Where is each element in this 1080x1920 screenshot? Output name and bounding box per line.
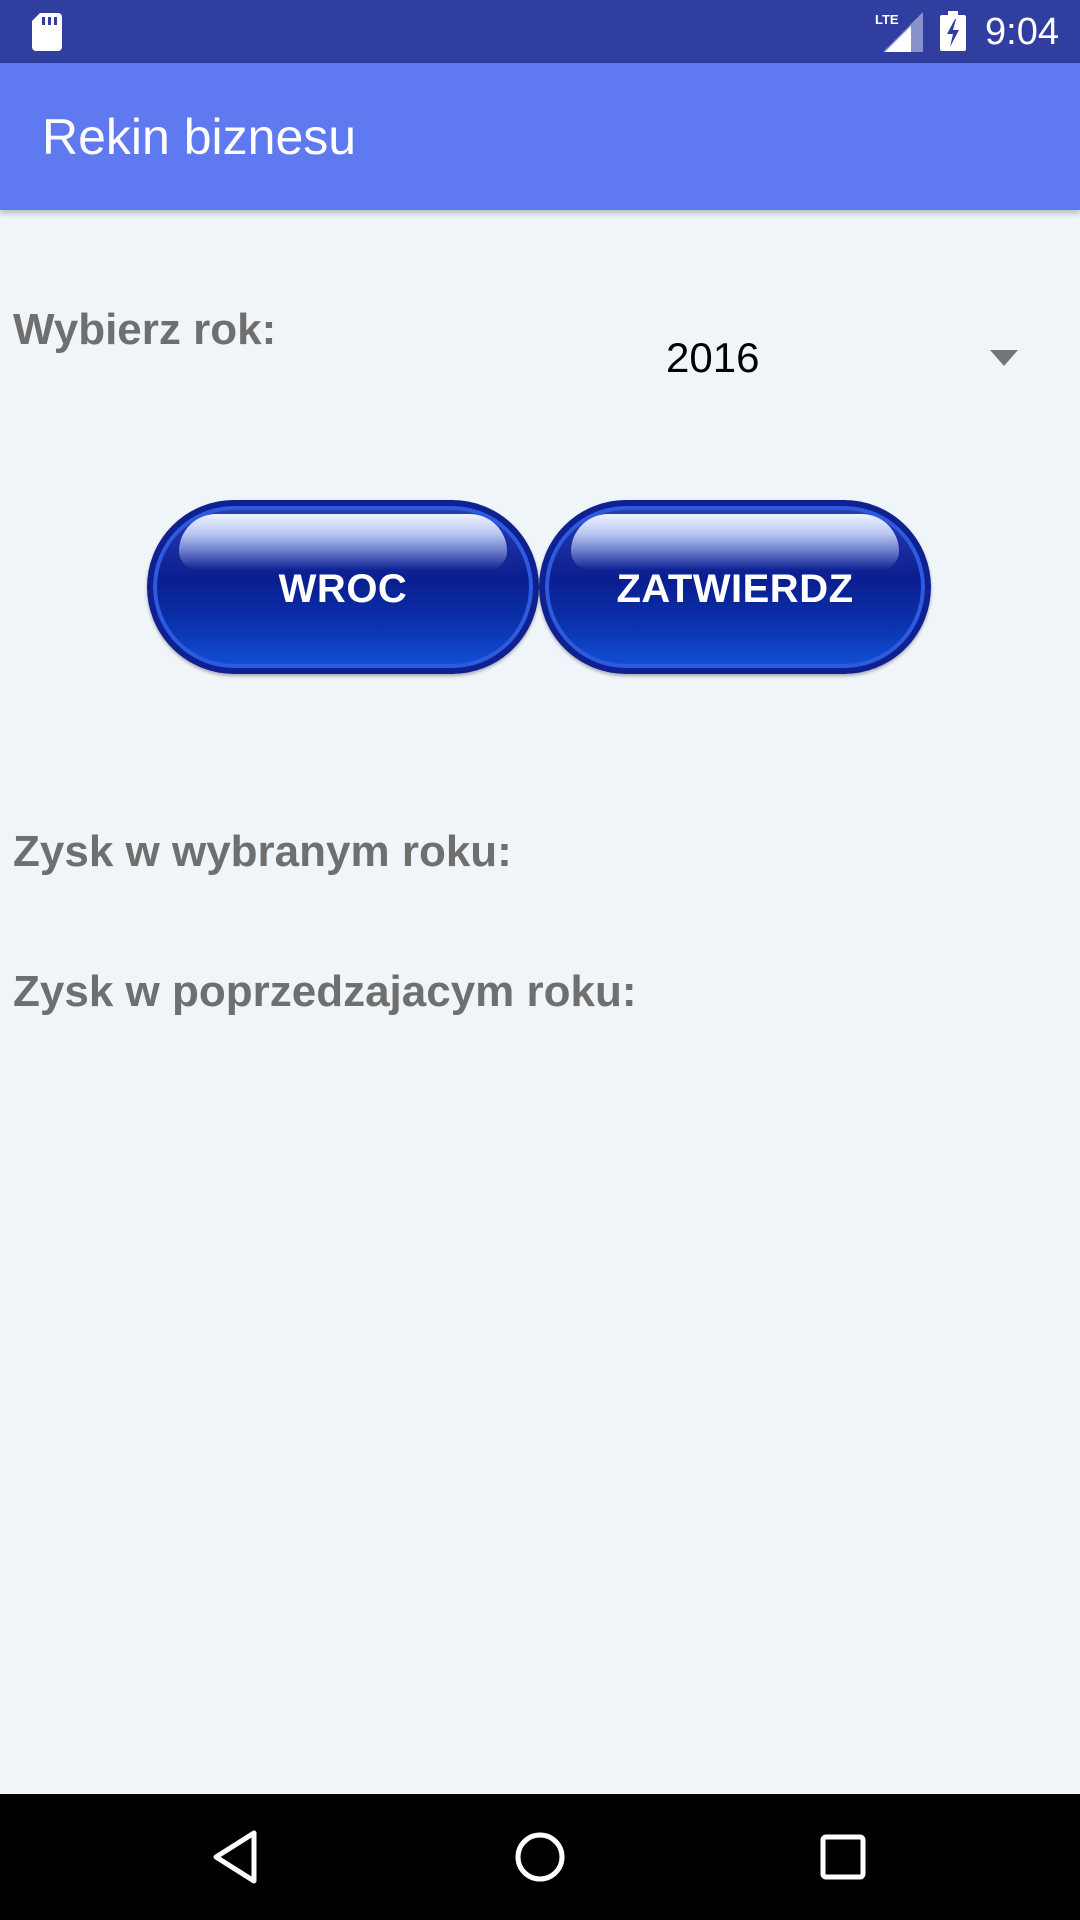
svg-text:LTE: LTE — [875, 12, 899, 27]
back-button[interactable]: WROC — [147, 500, 539, 674]
back-icon[interactable] — [206, 1827, 266, 1887]
status-bar: LTE 9:04 — [0, 0, 1080, 63]
button-gloss — [179, 514, 507, 570]
home-icon[interactable] — [510, 1827, 570, 1887]
confirm-button[interactable]: ZATWIERDZ — [539, 500, 931, 674]
button-gloss — [571, 514, 899, 570]
navigation-bar — [0, 1794, 1080, 1920]
app-bar: Rekin biznesu — [0, 63, 1080, 210]
year-label: Wybierz rok: — [13, 305, 277, 354]
selected-year-profit-label: Zysk w wybranym roku: — [13, 827, 512, 876]
recents-icon[interactable] — [813, 1827, 873, 1887]
year-spinner[interactable]: 2016 — [640, 320, 1040, 400]
dropdown-arrow-icon — [990, 350, 1018, 366]
year-value: 2016 — [666, 334, 760, 381]
lte-signal-icon: LTE — [875, 12, 923, 52]
back-button-label: WROC — [278, 567, 408, 611]
screen: LTE 9:04 Rekin biznesu Wybierz rok: 2016… — [0, 0, 1080, 1920]
sd-card-icon — [32, 13, 62, 51]
previous-year-profit-label: Zysk w poprzedzajacym roku: — [13, 967, 637, 1016]
status-time: 9:04 — [985, 11, 1059, 53]
battery-charging-icon — [940, 11, 966, 51]
confirm-button-label: ZATWIERDZ — [616, 567, 854, 611]
app-title: Rekin biznesu — [42, 109, 357, 165]
